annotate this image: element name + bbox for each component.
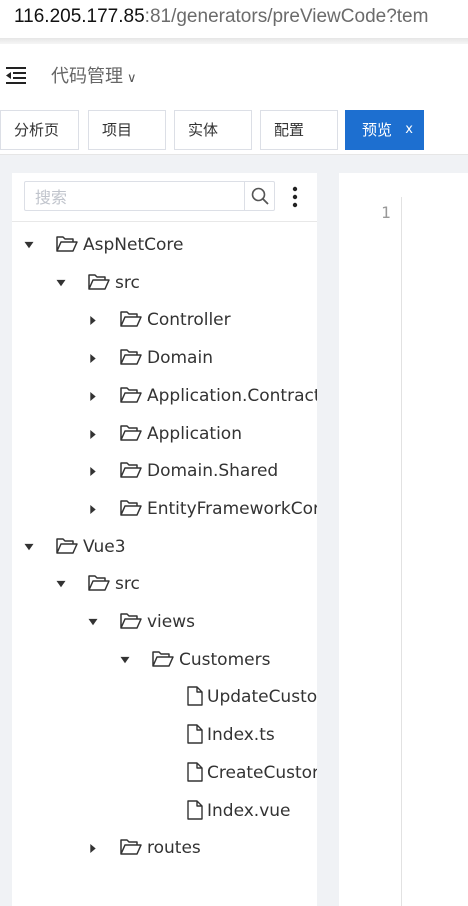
tree-node-label: CreateCustor <box>207 763 317 783</box>
tree-node[interactable]: CreateCustor <box>12 760 317 786</box>
tree-node[interactable]: Index.vue <box>12 798 317 824</box>
file-icon <box>187 800 203 820</box>
folder-open-icon <box>120 500 142 516</box>
caret-down-icon[interactable] <box>87 618 99 627</box>
search-box <box>24 181 275 211</box>
tab-preview[interactable]: 预览 x <box>345 110 424 150</box>
app-header: 代码管理 ∨ <box>0 44 468 107</box>
tree-node-label: EntityFrameworkCor <box>147 499 317 519</box>
folder-open-icon <box>120 839 142 855</box>
menu-fold-icon[interactable] <box>6 66 28 84</box>
folder-open-icon <box>88 274 110 290</box>
tab-config[interactable]: 配置 <box>260 110 338 150</box>
tab-label: 项目 <box>102 121 133 139</box>
folder-open-icon <box>56 538 78 554</box>
panel-divider <box>12 221 317 222</box>
caret-right-icon[interactable] <box>87 392 99 401</box>
file-icon <box>187 686 203 706</box>
tree-node-label: Domain.Shared <box>147 461 279 481</box>
search-input[interactable] <box>33 183 247 211</box>
caret-right-icon[interactable] <box>87 430 99 439</box>
file-tree-panel: AspNetCore src Controller Domain Application… <box>12 173 317 906</box>
tree-node[interactable]: Controller <box>12 307 317 333</box>
tree-node-label: routes <box>147 838 201 858</box>
tab-analysis[interactable]: 分析页 <box>0 110 79 150</box>
folder-open-icon <box>120 613 142 629</box>
tree-node[interactable]: Customers <box>12 647 317 673</box>
caret-right-icon[interactable] <box>87 844 99 853</box>
tree-node-label: Customers <box>179 650 271 670</box>
tab-bar: 分析页 项目 实体 配置 预览 x <box>0 106 468 155</box>
address-bar[interactable]: 116.205.177.85:81/generators/preViewCode… <box>0 0 468 38</box>
tree-node[interactable]: Application.Contract <box>12 383 317 409</box>
line-number: 1 <box>381 203 391 222</box>
tree-node-label: src <box>115 273 140 293</box>
tree-node-label: Vue3 <box>83 537 126 557</box>
caret-right-icon[interactable] <box>87 354 99 363</box>
tree-node[interactable]: Application <box>12 421 317 447</box>
editor-gutter-line <box>401 197 402 906</box>
page-title: 代码管理 <box>51 66 123 87</box>
more-vertical-icon[interactable] <box>291 185 299 209</box>
folder-open-icon <box>56 236 78 252</box>
address-host: 116.205.177.85 <box>14 6 145 27</box>
tree-node[interactable]: AspNetCore <box>12 232 317 258</box>
caret-down-icon[interactable] <box>55 279 67 288</box>
file-icon <box>187 724 203 744</box>
tab-label: 配置 <box>274 121 305 139</box>
tree-node[interactable]: Domain.Shared <box>12 458 317 484</box>
folder-open-icon <box>120 387 142 403</box>
tree-node[interactable]: EntityFrameworkCor <box>12 496 317 522</box>
tree-node-label: Index.vue <box>207 801 291 821</box>
folder-open-icon <box>120 311 142 327</box>
file-icon <box>187 762 203 782</box>
folder-open-icon <box>120 349 142 365</box>
tree-node-label: Domain <box>147 348 213 368</box>
tree-node-label: Index.ts <box>207 725 275 745</box>
chevron-down-icon: ∨ <box>127 71 137 86</box>
tree-node[interactable]: Index.ts <box>12 722 317 748</box>
tree-node-label: views <box>147 612 196 632</box>
tab-label: 分析页 <box>14 121 60 139</box>
caret-right-icon[interactable] <box>87 505 99 514</box>
tree-node-label: Controller <box>147 310 231 330</box>
tree-node[interactable]: src <box>12 270 317 296</box>
tab-entity[interactable]: 实体 <box>174 110 252 150</box>
tree-node[interactable]: Vue3 <box>12 534 317 560</box>
tree-node[interactable]: routes <box>12 835 317 861</box>
tree-node-label: AspNetCore <box>83 235 184 255</box>
code-editor[interactable]: 1 <box>339 173 468 906</box>
caret-right-icon[interactable] <box>87 467 99 476</box>
caret-down-icon[interactable] <box>55 580 67 589</box>
tree-node[interactable]: src <box>12 571 317 597</box>
tree-node[interactable]: views <box>12 609 317 635</box>
tree-node-label: src <box>115 574 140 594</box>
caret-down-icon[interactable] <box>23 543 35 552</box>
tab-close-icon[interactable]: x <box>405 111 413 149</box>
tree-node-label: Application <box>147 424 242 444</box>
tab-project[interactable]: 项目 <box>88 110 166 150</box>
folder-open-icon <box>88 575 110 591</box>
tree-node-label: UpdateCusto <box>207 687 317 707</box>
folder-open-icon <box>120 462 142 478</box>
caret-right-icon[interactable] <box>87 316 99 325</box>
folder-open-icon <box>120 425 142 441</box>
caret-down-icon[interactable] <box>119 656 131 665</box>
address-path: :81/generators/preViewCode?tem <box>144 6 429 27</box>
tree-node-label: Application.Contract <box>147 386 317 406</box>
search-button[interactable] <box>244 182 274 210</box>
tab-label: 预览 <box>362 121 393 139</box>
tree-node[interactable]: UpdateCusto <box>12 684 317 710</box>
tree-node[interactable]: Domain <box>12 345 317 371</box>
tab-label: 实体 <box>188 121 219 139</box>
content-area: AspNetCore src Controller Domain Application… <box>0 155 468 906</box>
page-title-dropdown[interactable]: 代码管理 ∨ <box>51 62 137 88</box>
caret-down-icon[interactable] <box>23 241 35 250</box>
search-icon <box>251 187 269 205</box>
folder-open-icon <box>152 651 174 667</box>
